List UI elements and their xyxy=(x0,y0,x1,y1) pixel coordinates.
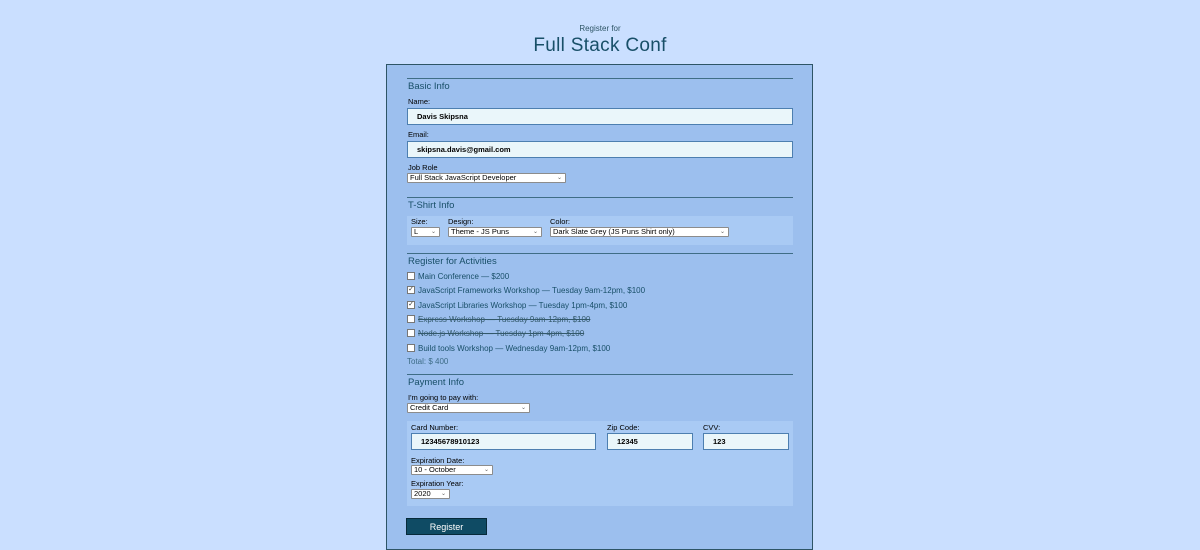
page-header: Register for Full Stack Conf xyxy=(0,24,1200,57)
design-label: Design: xyxy=(448,217,474,226)
job-role-select[interactable]: Full Stack JavaScript Developer ⌄ xyxy=(407,173,566,183)
activity-label: JavaScript Libraries Workshop — Tuesday … xyxy=(418,301,628,310)
pay-method-label: I'm going to pay with: xyxy=(408,393,479,402)
activities-legend: Register for Activities xyxy=(408,256,497,267)
activity-label: Express Workshop — Tuesday 9am-12pm, $10… xyxy=(418,315,591,324)
chevron-down-icon: ⌄ xyxy=(532,229,538,235)
activity-checkbox xyxy=(407,314,415,323)
size-label: Size: xyxy=(411,217,428,226)
basic-info-legend: Basic Info xyxy=(408,81,450,92)
color-label: Color: xyxy=(550,217,571,226)
activity-item[interactable]: ✓ JavaScript Libraries Workshop — Tuesday… xyxy=(407,300,628,311)
checkmark-icon: ✓ xyxy=(408,300,414,308)
exp-year-value: 2020 xyxy=(414,489,431,498)
job-role-value: Full Stack JavaScript Developer xyxy=(410,173,517,182)
page-title: Full Stack Conf xyxy=(533,35,667,56)
exp-date-value: 10 - October xyxy=(414,465,456,474)
activities-divider xyxy=(407,253,793,254)
chevron-down-icon: ⌄ xyxy=(556,175,562,181)
name-label: Name: xyxy=(408,97,431,106)
register-button[interactable]: Register xyxy=(406,518,487,535)
chevron-down-icon: ⌄ xyxy=(719,229,725,235)
chevron-down-icon: ⌄ xyxy=(520,405,526,411)
job-role-label: Job Role xyxy=(408,163,438,172)
activity-item: Node.js Workshop — Tuesday 1pm-4pm, $100 xyxy=(407,328,585,339)
credit-card-panel: Card Number: Zip Code: CVV: Expiration D… xyxy=(407,421,793,506)
tshirt-divider xyxy=(407,197,793,198)
design-value: Theme - JS Puns xyxy=(451,227,509,236)
size-value: L xyxy=(414,227,419,236)
checkmark-icon: ✓ xyxy=(408,285,414,293)
activity-checkbox xyxy=(407,328,415,337)
card-number-label: Card Number: xyxy=(411,423,459,432)
activity-item[interactable]: Build tools Workshop — Wednesday 9am-12p… xyxy=(407,343,611,354)
activity-item[interactable]: Main Conference — $200 xyxy=(407,271,510,282)
exp-year-label: Expiration Year: xyxy=(411,479,464,488)
name-input[interactable] xyxy=(407,108,793,125)
activity-label: Build tools Workshop — Wednesday 9am-12p… xyxy=(418,344,611,353)
card-number-input[interactable] xyxy=(411,433,596,450)
exp-date-label: Expiration Date: xyxy=(411,456,465,465)
activity-item: Express Workshop — Tuesday 9am-12pm, $10… xyxy=(407,314,591,325)
zip-code-input[interactable] xyxy=(607,433,693,450)
basic-info-divider xyxy=(407,78,793,79)
tshirt-panel: Size: L ⌄ Design: Theme - JS Puns ⌄ Colo… xyxy=(407,216,793,245)
page-subtitle: Register for xyxy=(579,24,621,33)
exp-year-select[interactable]: 2020 ⌄ xyxy=(411,489,450,499)
activity-checkbox[interactable] xyxy=(407,343,415,352)
email-input[interactable] xyxy=(407,141,793,158)
cvv-input[interactable] xyxy=(703,433,789,450)
payment-method-value: Credit Card xyxy=(410,403,449,412)
activities-total: Total: $ 400 xyxy=(407,357,449,366)
activity-checkbox[interactable]: ✓ xyxy=(407,285,415,294)
activity-checkbox[interactable]: ✓ xyxy=(407,300,415,309)
cvv-label: CVV: xyxy=(703,423,721,432)
size-select[interactable]: L ⌄ xyxy=(411,227,440,237)
activity-label: Node.js Workshop — Tuesday 1pm-4pm, $100 xyxy=(418,329,585,338)
design-select[interactable]: Theme - JS Puns ⌄ xyxy=(448,227,542,237)
color-select[interactable]: Dark Slate Grey (JS Puns Shirt only) ⌄ xyxy=(550,227,729,237)
color-value: Dark Slate Grey (JS Puns Shirt only) xyxy=(553,227,675,236)
payment-method-select[interactable]: Credit Card ⌄ xyxy=(407,403,530,413)
exp-date-select[interactable]: 10 - October ⌄ xyxy=(411,465,493,475)
activity-label: JavaScript Frameworks Workshop — Tuesday… xyxy=(418,286,646,295)
activity-checkbox[interactable] xyxy=(407,271,415,280)
payment-divider xyxy=(407,374,793,375)
tshirt-legend: T-Shirt Info xyxy=(408,200,455,211)
activity-item[interactable]: ✓ JavaScript Frameworks Workshop — Tuesda… xyxy=(407,285,646,296)
chevron-down-icon: ⌄ xyxy=(440,491,446,497)
zip-code-label: Zip Code: xyxy=(607,423,640,432)
chevron-down-icon: ⌄ xyxy=(483,467,489,473)
chevron-down-icon: ⌄ xyxy=(430,229,436,235)
payment-legend: Payment Info xyxy=(408,377,464,388)
registration-form: Basic Info Name: Email: Job Role Full St… xyxy=(386,64,813,550)
activity-label: Main Conference — $200 xyxy=(418,272,510,281)
email-label: Email: xyxy=(408,130,429,139)
